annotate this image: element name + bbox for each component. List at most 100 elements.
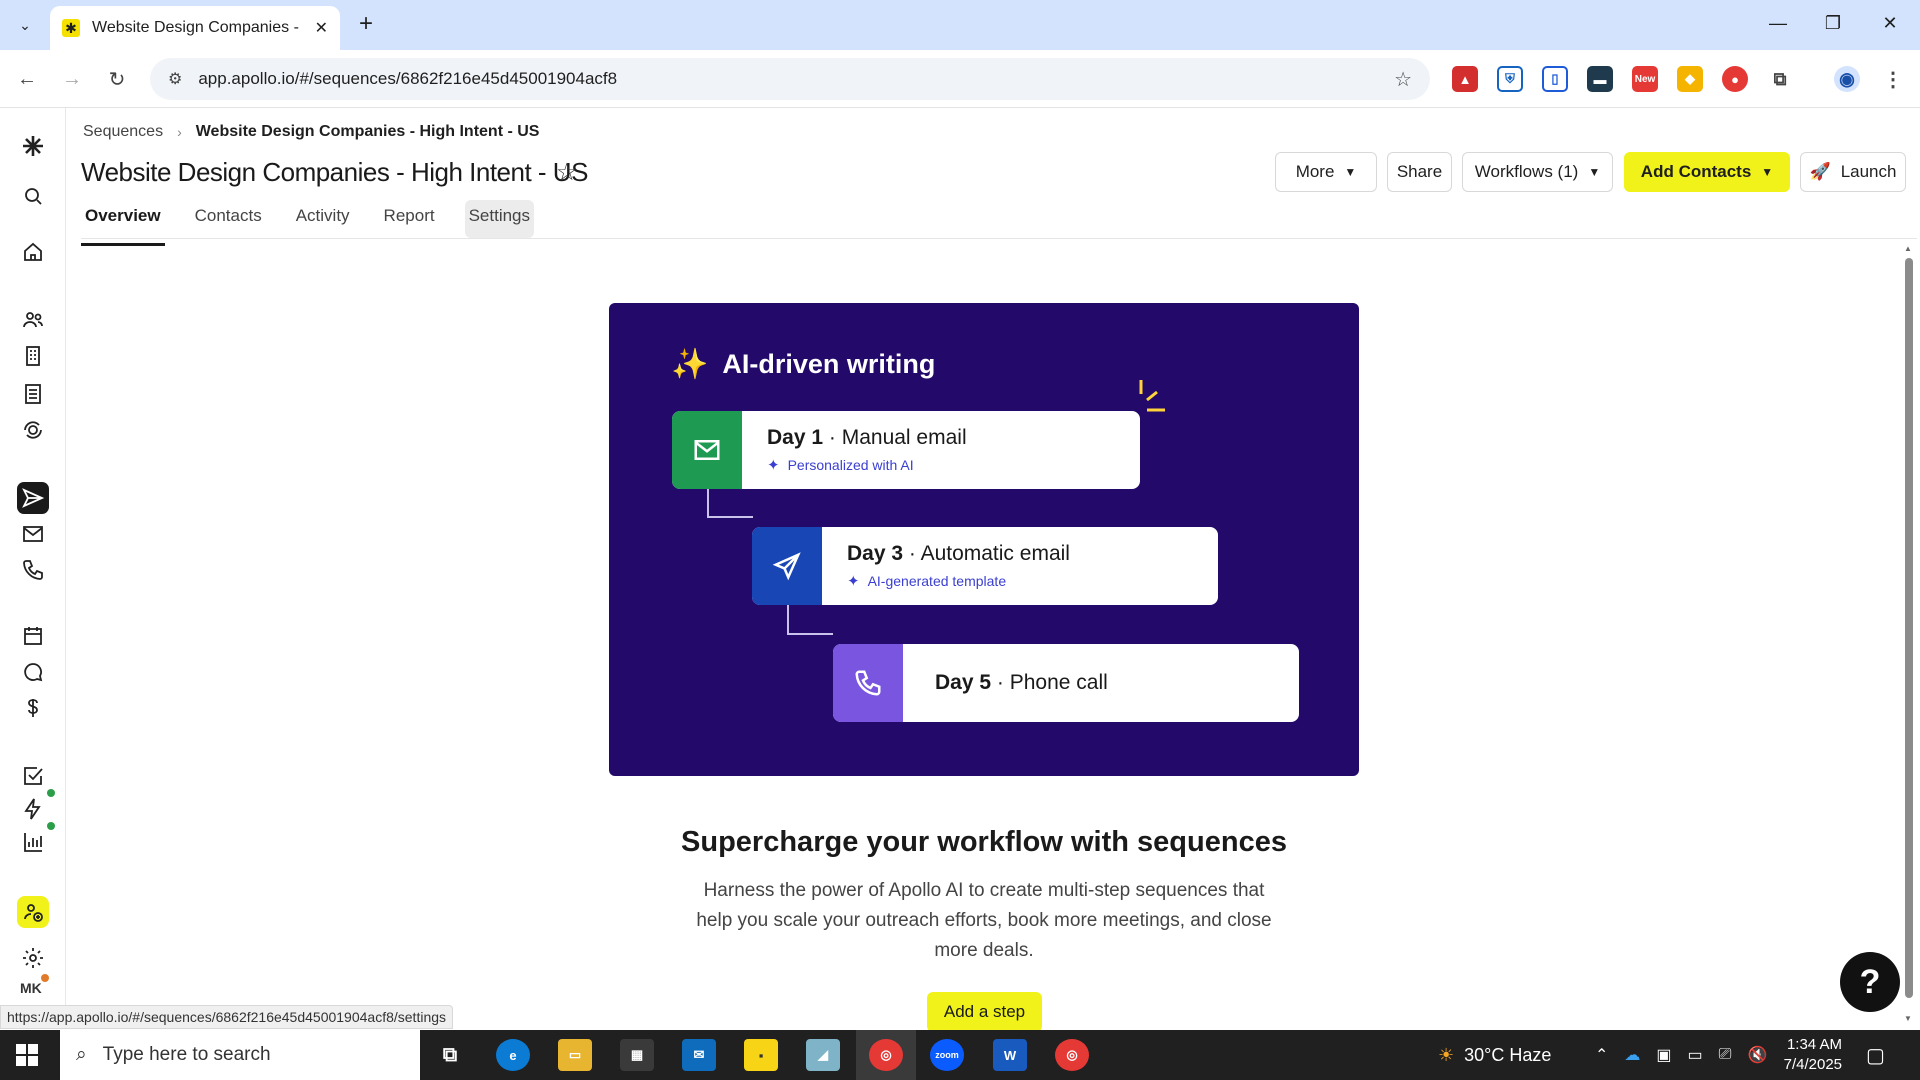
sequences-icon[interactable]	[17, 482, 49, 514]
new-badge-label: New	[1634, 73, 1656, 85]
share-button[interactable]: Share	[1387, 152, 1452, 192]
taskbar-search-placeholder: Type here to search	[102, 1044, 271, 1065]
search-icon[interactable]	[17, 180, 49, 212]
volume-muted-icon[interactable]: 🔇	[1747, 1045, 1767, 1065]
restore-button[interactable]: ❐	[1813, 8, 1853, 38]
app-icon[interactable]: ◢	[806, 1039, 840, 1071]
add-contacts-button[interactable]: Add Contacts ▼	[1624, 152, 1790, 192]
add-step-button[interactable]: Add a step	[927, 992, 1042, 1032]
zoom-icon[interactable]: zoom	[930, 1039, 964, 1071]
status-url-tooltip: https://app.apollo.io/#/sequences/6862f2…	[0, 1005, 454, 1029]
tab-overview[interactable]: Overview	[81, 200, 165, 246]
workflows-button[interactable]: Workflows (1) ▼	[1462, 152, 1613, 192]
tab-search-chevron-icon[interactable]: ⌄	[10, 11, 40, 39]
windows-start-icon[interactable]	[16, 1044, 38, 1066]
apollo-logo-icon[interactable]	[17, 130, 49, 162]
network-icon[interactable]: ⎚	[1719, 1046, 1732, 1064]
hero-title: ✨ AI-driven writing	[671, 347, 935, 382]
settings-gear-icon[interactable]	[17, 942, 49, 974]
launch-button[interactable]: 🚀 Launch	[1800, 152, 1906, 192]
site-info-icon[interactable]: ⚙	[168, 69, 182, 89]
menu-dots-icon[interactable]: ⋮	[1880, 66, 1906, 92]
shield-icon[interactable]: ⛨	[1497, 66, 1523, 92]
task-view-icon[interactable]: ⧉	[433, 1039, 467, 1071]
url-text[interactable]: app.apollo.io/#/sequences/6862f216e45d45…	[198, 69, 617, 89]
companies-icon[interactable]	[17, 340, 49, 372]
sticky-notes-icon[interactable]: ▪	[744, 1039, 778, 1071]
scroll-down-arrow-icon[interactable]: ▼	[1904, 1014, 1912, 1023]
new-badge-icon[interactable]: New	[1632, 66, 1658, 92]
taskbar-clock[interactable]: 1:34 AM 7/4/2025	[1772, 1035, 1842, 1075]
breadcrumb-chevron-icon: ›	[177, 124, 182, 140]
forward-button[interactable]: →	[57, 64, 87, 94]
close-window-button[interactable]: ✕	[1870, 8, 1910, 38]
workflows-lightning-icon[interactable]	[17, 789, 55, 825]
new-indicator-dot	[47, 789, 55, 797]
phone-icon[interactable]	[17, 554, 49, 586]
page-scrollbar[interactable]: ▲ ▼	[1902, 244, 1916, 1028]
tab-settings[interactable]: Settings	[464, 200, 535, 238]
more-button[interactable]: More ▼	[1275, 152, 1377, 192]
invite-user-icon[interactable]	[17, 896, 49, 928]
pokeball-icon[interactable]: ●	[1722, 66, 1748, 92]
weather-widget[interactable]: ☀ 30°C Haze	[1438, 1030, 1551, 1080]
profile-icon[interactable]: ◉	[1834, 66, 1860, 92]
lists-icon[interactable]	[17, 378, 49, 410]
address-bar[interactable]: ⚙ app.apollo.io/#/sequences/6862f216e45d…	[150, 58, 1430, 100]
tab-report[interactable]: Report	[380, 200, 439, 238]
scroll-up-arrow-icon[interactable]: ▲	[1904, 244, 1912, 253]
breadcrumb-sequences-link[interactable]: Sequences	[83, 123, 163, 141]
meet-now-icon[interactable]: ▣	[1656, 1045, 1671, 1065]
chrome-icon[interactable]: ◎	[869, 1039, 903, 1071]
game-icon[interactable]: ◆	[1677, 66, 1703, 92]
bookmark-star-icon[interactable]: ☆	[1394, 67, 1412, 92]
user-avatar[interactable]: MK	[20, 980, 42, 996]
deals-dollar-icon[interactable]	[17, 692, 49, 724]
clock-time: 1:34 AM	[1786, 1036, 1842, 1053]
docs-icon[interactable]: ▯	[1542, 66, 1568, 92]
briefcase-icon[interactable]: ▬	[1587, 66, 1613, 92]
pdf-icon[interactable]: ▲	[1452, 66, 1478, 92]
browser-toolbar: ← → ↻ ⚙ app.apollo.io/#/sequences/6862f2…	[0, 50, 1920, 108]
step-card-day-3: Day 3 · Automatic email ✦ AI-generated te…	[752, 527, 1218, 605]
ai-sparkle-icon: ✦	[767, 457, 780, 474]
puzzle-icon[interactable]: ⧉	[1767, 66, 1793, 92]
reload-button[interactable]: ↻	[102, 64, 132, 94]
store-icon[interactable]: ▦	[620, 1039, 654, 1071]
avatar-status-dot	[41, 974, 49, 982]
step-subtext: ✦ Personalized with AI	[767, 457, 914, 474]
tab-contacts[interactable]: Contacts	[191, 200, 266, 238]
scrollbar-thumb[interactable]	[1905, 258, 1913, 998]
browser-tab[interactable]: ✱ Website Design Companies - High Intent…	[50, 6, 340, 50]
onedrive-icon[interactable]: ☁	[1624, 1045, 1640, 1065]
favorite-star-icon[interactable]: ☆	[556, 158, 578, 187]
tasks-icon[interactable]	[17, 760, 49, 792]
paper-plane-icon	[752, 527, 822, 605]
calendar-icon[interactable]	[17, 620, 49, 652]
sparkle-icon: ✨	[671, 348, 709, 381]
word-icon[interactable]: W	[993, 1039, 1027, 1071]
file-explorer-icon[interactable]: ▭	[558, 1039, 592, 1071]
battery-icon[interactable]: ▭	[1688, 1045, 1703, 1065]
home-icon[interactable]	[17, 236, 49, 268]
tab-activity[interactable]: Activity	[292, 200, 354, 238]
mail-icon[interactable]: ✉	[682, 1039, 716, 1071]
conversations-icon[interactable]	[17, 656, 49, 688]
edge-icon[interactable]: e	[496, 1039, 530, 1071]
new-tab-button[interactable]: +	[352, 10, 380, 38]
breadcrumb: Sequences › Website Design Companies - H…	[83, 123, 539, 141]
people-icon[interactable]	[17, 304, 49, 336]
email-icon[interactable]	[17, 518, 49, 550]
data-enrichment-icon[interactable]	[17, 414, 49, 446]
phone-icon	[833, 644, 903, 722]
analytics-icon[interactable]	[17, 822, 55, 858]
close-tab-icon[interactable]: ✕	[315, 18, 328, 38]
ai-writing-illustration: ✨ AI-driven writing Day 1 · Manual email…	[609, 303, 1359, 776]
back-button[interactable]: ←	[12, 64, 42, 94]
chrome-profile-icon[interactable]: ◎	[1055, 1039, 1089, 1071]
help-button[interactable]: ?	[1840, 952, 1900, 1012]
notifications-icon[interactable]: ▢	[1866, 1030, 1885, 1080]
show-hidden-icons-icon[interactable]: ⌃	[1595, 1045, 1608, 1065]
minimize-button[interactable]: —	[1758, 8, 1798, 38]
taskbar-search[interactable]: ⌕ Type here to search	[60, 1030, 420, 1080]
